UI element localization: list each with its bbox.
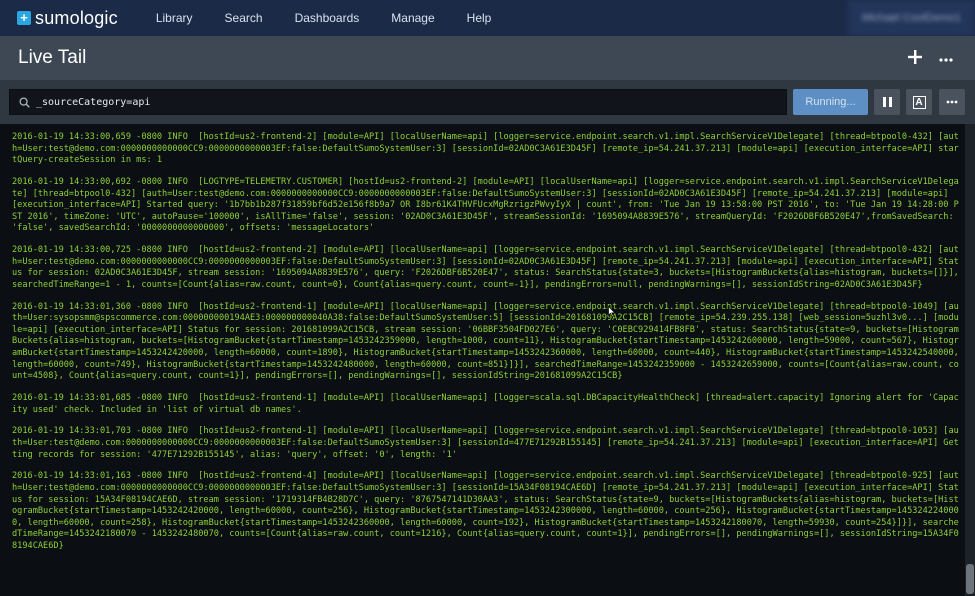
nav-link-manage[interactable]: Manage <box>391 11 434 25</box>
title-actions <box>899 36 961 80</box>
logo-plus-icon: + <box>17 11 31 25</box>
log-entry: 2016-01-19 14:33:00,692 -0800 INFO [LOGT… <box>12 176 959 234</box>
query-box <box>9 89 787 115</box>
more-options-button[interactable] <box>939 89 965 115</box>
nav-links: Library Search Dashboards Manage Help <box>156 11 524 25</box>
live-tail-log-output[interactable]: 2016-01-19 14:33:00,659 -0800 INFO [host… <box>0 124 975 596</box>
log-scrollbar-thumb[interactable] <box>966 564 974 594</box>
top-navigation: + sumologic Library Search Dashboards Ma… <box>0 0 975 36</box>
query-input[interactable] <box>36 90 776 114</box>
log-scrollbar[interactable] <box>965 124 975 596</box>
sumologic-logo[interactable]: + sumologic <box>17 0 118 36</box>
plus-icon[interactable] <box>899 47 931 70</box>
query-bar: Running... A <box>0 80 975 124</box>
nav-link-help[interactable]: Help <box>467 11 492 25</box>
log-entry: 2016-01-19 14:33:00,725 -0800 INFO [host… <box>12 245 965 290</box>
pause-icon <box>882 97 892 107</box>
log-entry: 2016-01-19 14:33:01,685 -0800 INFO [host… <box>12 393 959 415</box>
more-horizontal-icon[interactable] <box>931 49 961 67</box>
font-size-button[interactable]: A <box>906 89 932 115</box>
log-entry: 2016-01-19 14:33:01,703 -0800 INFO [host… <box>12 426 959 460</box>
user-menu[interactable]: Michael CoolDemo1 <box>848 0 975 36</box>
nav-link-search[interactable]: Search <box>225 11 263 25</box>
nav-link-dashboards[interactable]: Dashboards <box>295 11 360 25</box>
more-horizontal-icon <box>946 100 958 104</box>
search-icon <box>14 89 34 115</box>
running-button[interactable]: Running... <box>793 89 868 115</box>
font-size-icon: A <box>912 95 926 109</box>
log-list: 2016-01-19 14:33:00,659 -0800 INFO [host… <box>0 132 965 563</box>
log-entry: 2016-01-19 14:33:01,163 -0800 INFO [host… <box>12 471 959 551</box>
log-entry: 2016-01-19 14:33:00,659 -0800 INFO [host… <box>12 132 959 166</box>
log-entry: 2016-01-19 14:33:01,360 -0800 INFO [host… <box>12 301 965 382</box>
brand-name: sumologic <box>35 7 118 28</box>
nav-link-library[interactable]: Library <box>156 11 193 25</box>
pause-button[interactable] <box>874 89 900 115</box>
page-title: Live Tail <box>18 47 87 68</box>
title-bar: Live Tail <box>0 36 975 80</box>
mouse-cursor-icon <box>608 305 616 318</box>
